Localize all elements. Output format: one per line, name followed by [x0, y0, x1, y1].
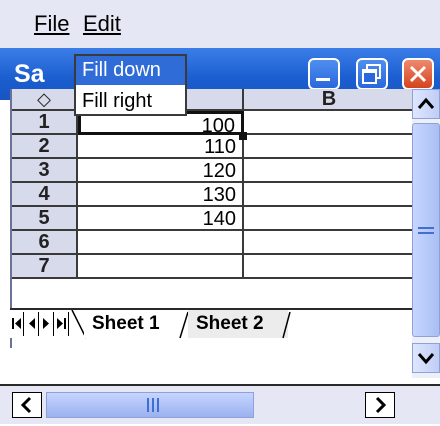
prev-sheet-button[interactable] [25, 312, 39, 336]
edit-menu-dropdown: Fill down Fill right [74, 54, 187, 116]
scroll-right-button[interactable] [365, 392, 395, 418]
first-sheet-icon [12, 318, 21, 329]
cell[interactable] [244, 111, 412, 135]
cell[interactable] [244, 135, 412, 159]
tab-sheet-2[interactable]: Sheet 2 [188, 310, 288, 338]
cell[interactable]: 130 [78, 183, 244, 207]
row-header[interactable]: 4 [12, 183, 78, 207]
close-button[interactable] [402, 58, 434, 90]
row-header[interactable]: 6 [12, 231, 78, 255]
chevron-right-icon [375, 396, 387, 414]
menu-edit[interactable]: Edit [83, 11, 121, 37]
restore-button[interactable] [356, 58, 388, 90]
chevron-down-icon [417, 353, 435, 365]
cell[interactable]: 120 [78, 159, 244, 183]
restore-icon [362, 64, 381, 84]
scroll-down-button[interactable] [412, 343, 440, 373]
menu-file-label: File [34, 11, 70, 36]
next-sheet-icon [43, 318, 49, 329]
fill-handle[interactable] [239, 132, 247, 140]
minimize-icon [316, 78, 330, 81]
row-header[interactable]: 1 [12, 111, 78, 135]
grip-icon [147, 398, 159, 412]
window-title-start: Sa [14, 60, 45, 88]
row-header[interactable]: 2 [12, 135, 78, 159]
cell[interactable] [244, 183, 412, 207]
row-header[interactable]: 7 [12, 255, 78, 279]
minimize-button[interactable] [308, 58, 340, 90]
menu-file[interactable]: File [34, 11, 69, 37]
row-header[interactable]: 3 [12, 159, 78, 183]
vertical-scrollbar[interactable] [412, 89, 440, 378]
last-sheet-icon [57, 318, 66, 329]
cell[interactable] [78, 255, 244, 279]
row-header[interactable]: 5 [12, 207, 78, 231]
cell[interactable]: 140 [78, 207, 244, 231]
last-sheet-button[interactable] [55, 312, 69, 336]
grip-icon [418, 227, 434, 234]
menu-item-fill-down[interactable]: Fill down [76, 56, 185, 85]
sheet-tabs-bar: Sheet 1 Sheet 2 [10, 308, 412, 339]
scroll-up-button[interactable] [412, 89, 440, 119]
chevron-left-icon [20, 396, 32, 414]
spreadsheet-window: Sas ◇ A B 1 100 2 [0, 48, 440, 426]
menu-bar: File Edit [0, 0, 440, 48]
scroll-left-button[interactable] [12, 392, 42, 418]
first-sheet-button[interactable] [10, 312, 24, 336]
menu-edit-label: Edit [83, 11, 121, 36]
cell[interactable] [244, 255, 412, 279]
tab-sheet-1[interactable]: Sheet 1 [84, 310, 182, 338]
chevron-up-icon [417, 97, 435, 109]
horizontal-scroll-thumb[interactable] [46, 392, 254, 418]
cell[interactable] [78, 231, 244, 255]
close-icon [409, 65, 427, 83]
horizontal-scrollbar[interactable] [0, 384, 440, 424]
tab-slant-right [282, 311, 291, 339]
menu-item-fill-right[interactable]: Fill right [76, 87, 185, 116]
cell[interactable] [244, 159, 412, 183]
cell[interactable]: 110 [78, 135, 244, 159]
vertical-scroll-thumb[interactable] [412, 123, 440, 337]
next-sheet-button[interactable] [40, 312, 54, 336]
column-header-b[interactable]: B [244, 89, 412, 111]
select-all-corner[interactable]: ◇ [12, 89, 78, 111]
cell[interactable] [244, 231, 412, 255]
cell[interactable] [244, 207, 412, 231]
prev-sheet-icon [29, 318, 35, 329]
